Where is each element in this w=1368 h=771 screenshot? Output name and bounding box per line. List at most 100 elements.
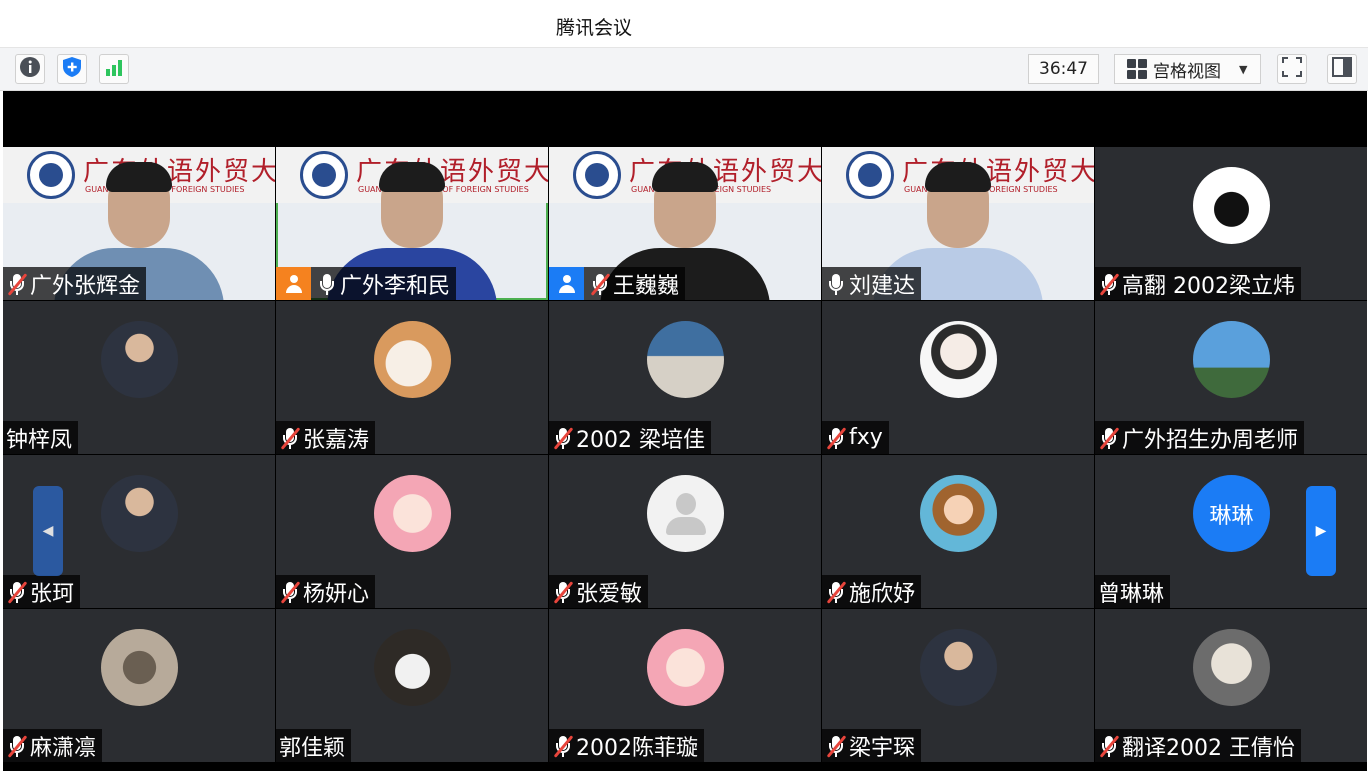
participant-namebar: 曾琳琳: [1095, 575, 1171, 608]
university-emblem-icon: [27, 151, 75, 199]
participant-name: 刘建达: [849, 273, 916, 299]
mic-muted-icon: [280, 426, 300, 450]
participant-tile[interactable]: 张爱敏: [549, 455, 821, 608]
participant-namebar: 梁宇琛: [822, 729, 922, 762]
anime-avatar: [920, 321, 997, 398]
participant-namebar: fxy: [822, 421, 889, 454]
participant-namebar: 钟梓凤: [3, 421, 79, 454]
participant-name: 2002 梁培佳: [576, 427, 705, 453]
participant-name: fxy: [849, 425, 883, 450]
mic-muted-icon: [826, 580, 846, 604]
participant-namebar: 翻译2002 王倩怡: [1095, 729, 1301, 762]
participant-name: 张嘉涛: [303, 427, 370, 453]
chevron-down-icon: ▼: [1239, 62, 1248, 76]
participant-name: 王巍巍: [613, 273, 680, 299]
participant-tile[interactable]: fxy: [822, 301, 1094, 454]
mic-muted-icon: [7, 734, 27, 758]
participant-namebar: 杨妍心: [276, 575, 376, 608]
participant-name: 张珂: [30, 581, 75, 607]
person-avatar: [101, 475, 178, 552]
fullscreen-button[interactable]: [1277, 54, 1307, 84]
participant-namebar: 2002陈菲璇: [549, 729, 704, 762]
participant-tile[interactable]: 广东外语外贸大学GUANGDONG U... OF FOREIGN STUDIE…: [3, 147, 275, 300]
host-badge-icon: [276, 267, 311, 300]
mic-muted-icon: [280, 580, 300, 604]
mic-muted-icon: [553, 580, 573, 604]
info-button[interactable]: [15, 54, 45, 84]
participant-tile[interactable]: 2002陈菲璇: [549, 609, 821, 762]
university-emblem-icon: [300, 151, 348, 199]
participant-tile[interactable]: 广外招生办周老师: [1095, 301, 1367, 454]
participant-tile[interactable]: 张嘉涛: [276, 301, 548, 454]
shield-icon: [61, 56, 83, 82]
participant-namebar: 王巍巍: [549, 267, 686, 300]
university-emblem-icon: [573, 151, 621, 199]
participant-name: 广外张辉金: [30, 273, 141, 299]
sketch-avatar: [1193, 629, 1270, 706]
meeting-timer: 36:47: [1028, 54, 1099, 84]
cartoon-girl-avatar: [920, 475, 997, 552]
person-avatar: [920, 629, 997, 706]
participant-tile[interactable]: 麻潇凛: [3, 609, 275, 762]
participant-namebar: 张爱敏: [549, 575, 649, 608]
cat-avatar: [374, 321, 451, 398]
dog-avatar: [374, 629, 451, 706]
participant-tile[interactable]: 杨妍心: [276, 455, 548, 608]
penguin-avatar: [1193, 167, 1270, 244]
participant-tile[interactable]: 高翻 2002梁立炜: [1095, 147, 1367, 300]
mic-muted-icon: [7, 272, 27, 296]
previous-page-button[interactable]: ◀: [33, 486, 63, 576]
participant-namebar: 广外招生办周老师: [1095, 421, 1305, 454]
mic-muted-icon: [7, 580, 27, 604]
participant-name: 高翻 2002梁立炜: [1122, 273, 1295, 299]
network-status-button[interactable]: [99, 54, 129, 84]
participant-namebar: 郭佳颖: [276, 729, 352, 762]
participant-namebar: 2002 梁培佳: [549, 421, 711, 454]
participant-name: 钟梓凤: [6, 427, 73, 453]
participant-name: 曾琳琳: [1098, 581, 1165, 607]
participant-tile[interactable]: 翻译2002 王倩怡: [1095, 609, 1367, 762]
participant-tile[interactable]: 广东外语外贸大学GUANGDONG ... OF FOREIGN STUDIES…: [822, 147, 1094, 300]
mic-icon: [826, 272, 846, 296]
title-bar: 腾讯会议: [0, 0, 1368, 48]
participant-name: 广外李和民: [340, 273, 451, 299]
participant-name: 麻潇凛: [30, 735, 97, 761]
fullscreen-icon: [1281, 56, 1303, 82]
participant-namebar: 张嘉涛: [276, 421, 376, 454]
mic-muted-icon: [826, 734, 846, 758]
participant-name: 施欣妤: [849, 581, 916, 607]
mic-icon: [317, 272, 337, 296]
participant-namebar: 刘建达: [822, 267, 922, 300]
mic-muted-icon: [1099, 734, 1119, 758]
view-mode-dropdown[interactable]: 宫格视图 ▼: [1114, 54, 1261, 84]
mic-muted-icon: [1099, 426, 1119, 450]
participant-tile[interactable]: 广东外语外贸大学GUANGDONG ... FOREIGN STUDIES王巍巍: [549, 147, 821, 300]
participant-name: 杨妍心: [303, 581, 370, 607]
cohost-badge-icon: [549, 267, 584, 300]
participant-namebar: 高翻 2002梁立炜: [1095, 267, 1301, 300]
grid-view-icon: [1127, 59, 1147, 79]
sidebar-toggle-button[interactable]: [1327, 54, 1357, 84]
participant-tile[interactable]: 施欣妤: [822, 455, 1094, 608]
sidebar-toggle-icon: [1331, 56, 1353, 82]
participant-tile[interactable]: 广东外语外贸大学GUANGDONG ...SITY OF FOREIGN STU…: [276, 147, 548, 300]
next-page-button[interactable]: ▶: [1306, 486, 1336, 576]
participant-tile[interactable]: 郭佳颖: [276, 609, 548, 762]
video-grid: 广东外语外贸大学GUANGDONG U... OF FOREIGN STUDIE…: [3, 91, 1367, 771]
cat-dark-avatar: [101, 629, 178, 706]
participant-namebar: 张珂: [3, 575, 81, 608]
participant-namebar: 广外李和民: [276, 267, 457, 300]
participant-tile[interactable]: 钟梓凤: [3, 301, 275, 454]
mic-muted-icon: [590, 272, 610, 296]
chevron-left-icon: ◀: [42, 523, 54, 539]
person-avatar: [101, 321, 178, 398]
security-button[interactable]: [57, 54, 87, 84]
window-title: 腾讯会议: [556, 17, 633, 39]
street-avatar: [647, 321, 724, 398]
cartoon-avatar: [374, 475, 451, 552]
mic-muted-icon: [826, 426, 846, 450]
participant-tile[interactable]: 2002 梁培佳: [549, 301, 821, 454]
participant-tile[interactable]: 梁宇琛: [822, 609, 1094, 762]
participant-name: 张爱敏: [576, 581, 643, 607]
participant-namebar: 广外张辉金: [3, 267, 147, 300]
